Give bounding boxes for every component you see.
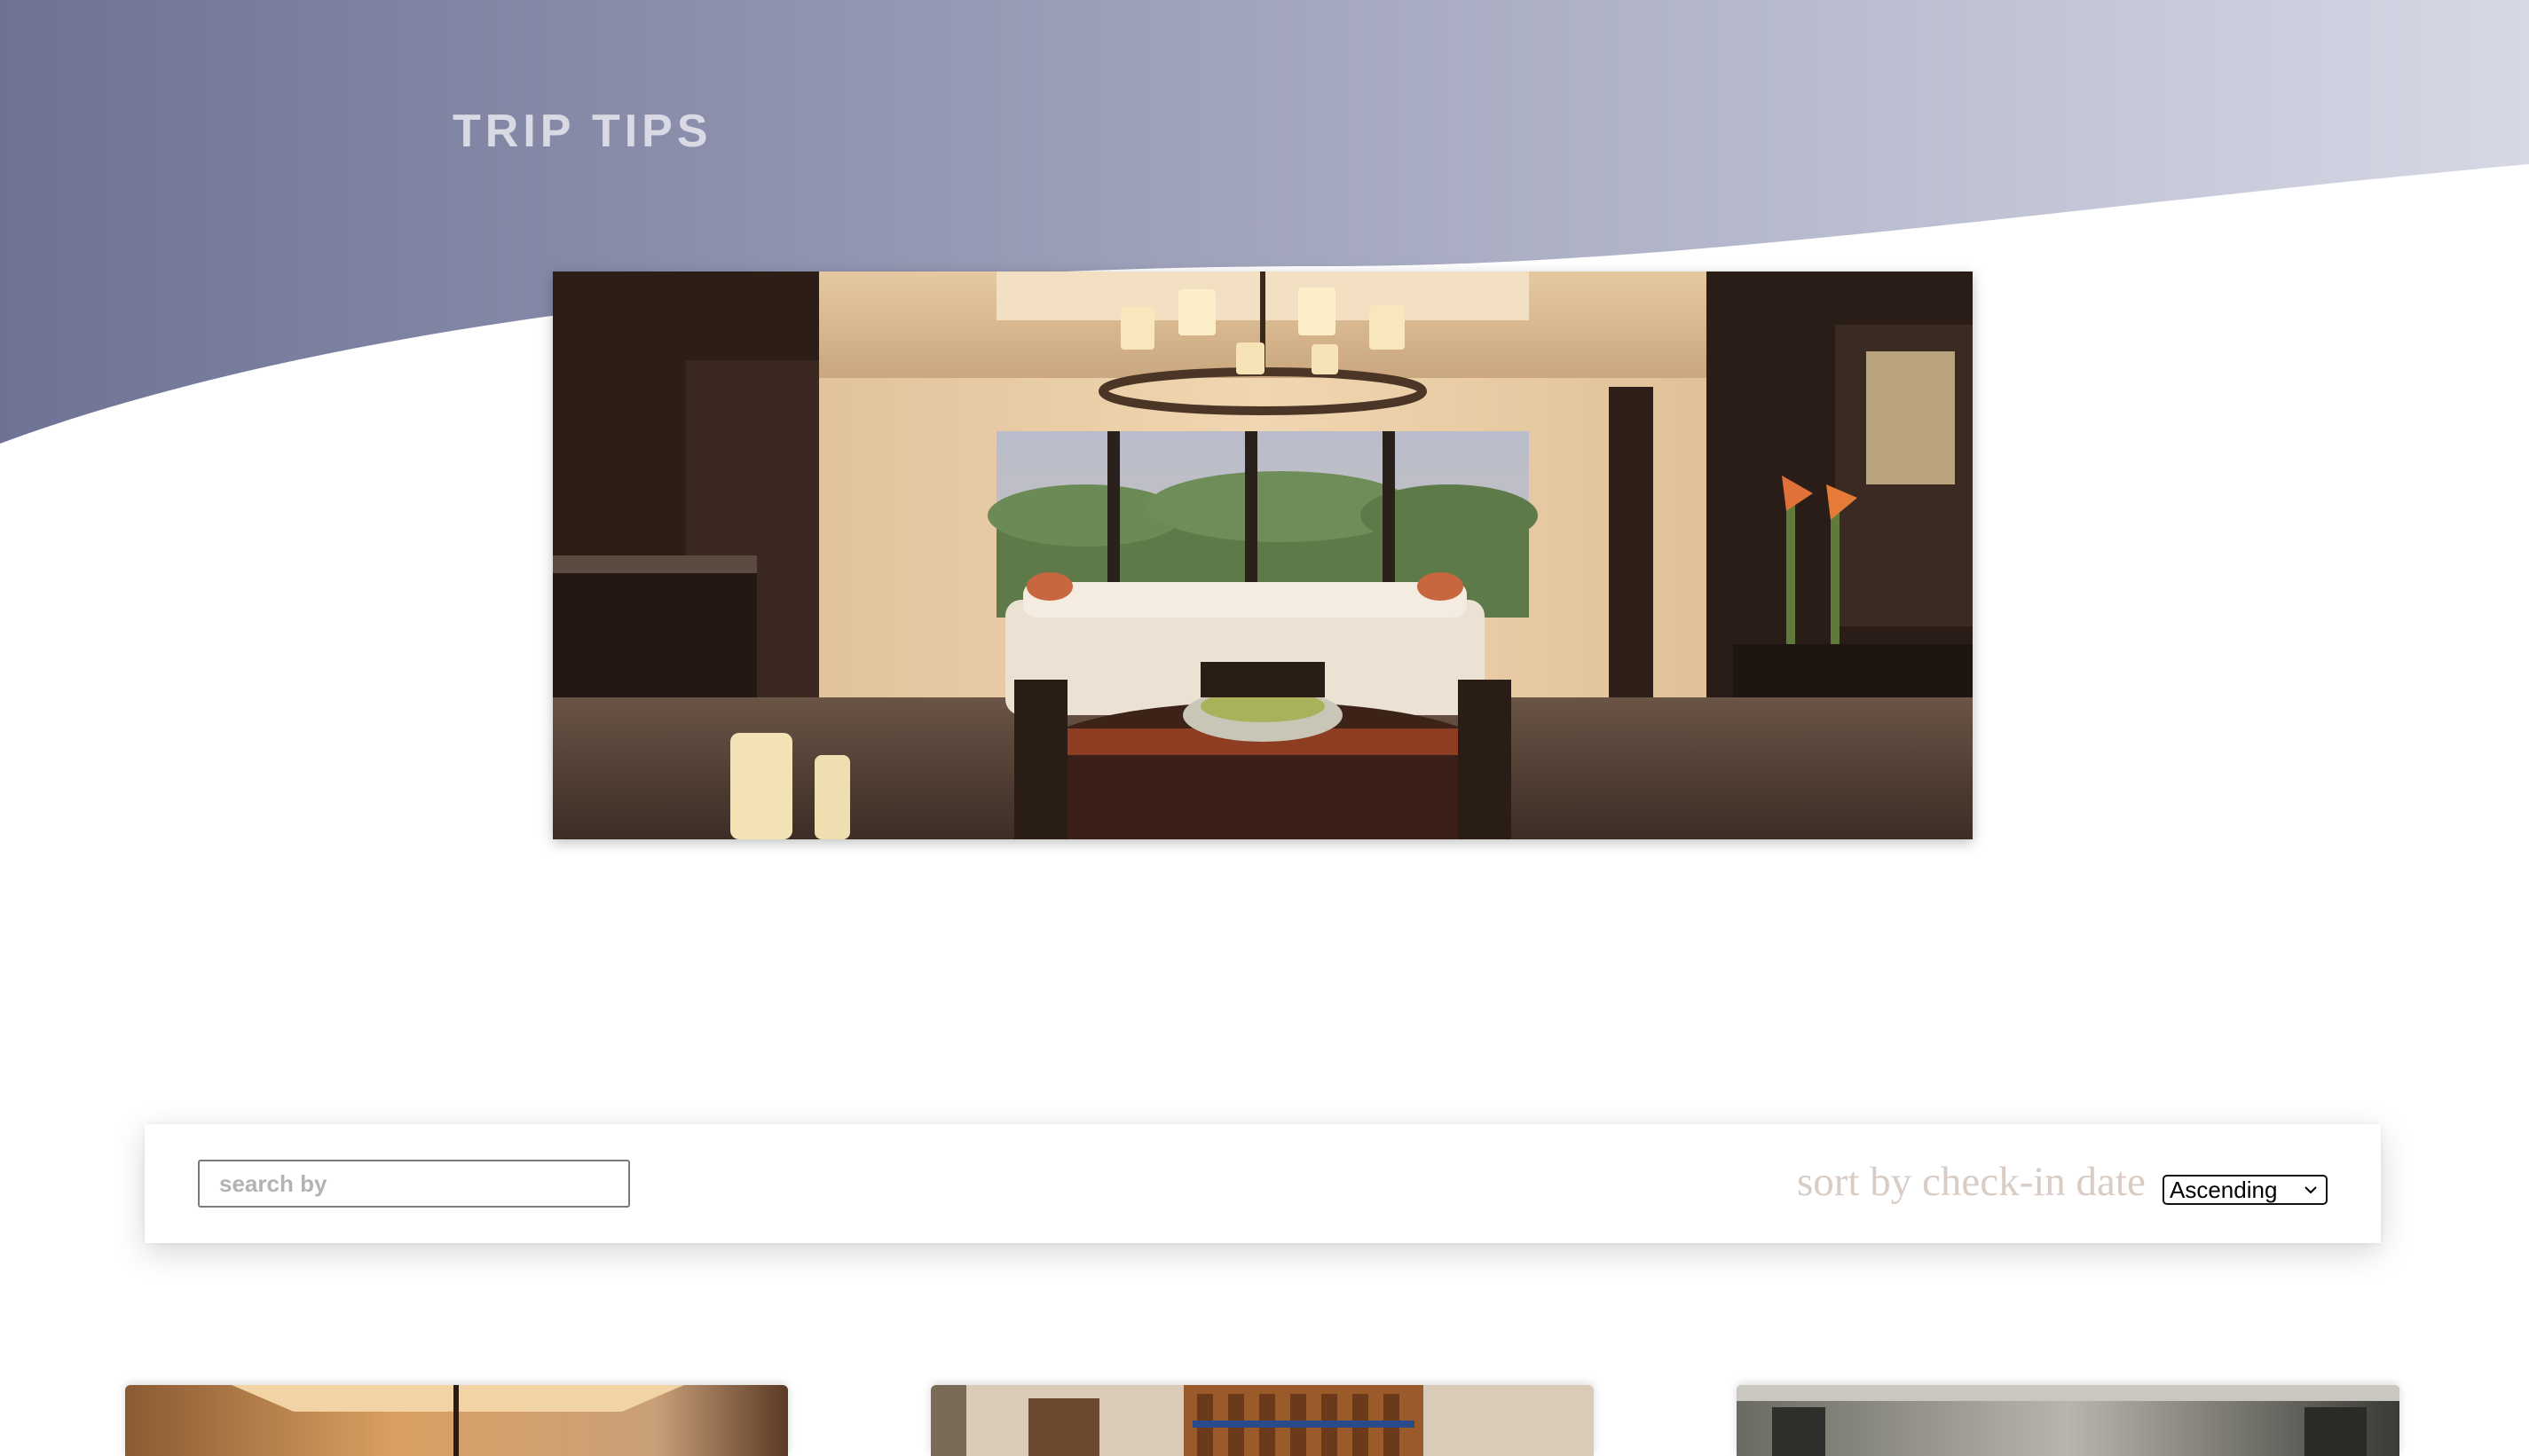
hero-image <box>553 272 1973 839</box>
hotel-card-image <box>125 1385 788 1456</box>
hotel-card-image <box>1737 1385 2399 1456</box>
filter-toolbar: sort by check-in date Ascending <box>145 1124 2381 1243</box>
hotel-card-2[interactable] <box>931 1385 1594 1456</box>
hotel-card-3[interactable] <box>1737 1385 2399 1456</box>
brand-title[interactable]: TRIP TIPS <box>453 105 713 158</box>
hotel-card-1[interactable] <box>125 1385 788 1456</box>
hotel-card-image <box>931 1385 1594 1456</box>
sort-order-select[interactable]: Ascending <box>2163 1175 2328 1205</box>
sort-label: sort by check-in date <box>1797 1159 2146 1205</box>
sort-order-value: Ascending <box>2170 1177 2278 1203</box>
search-input[interactable] <box>198 1160 630 1208</box>
chevron-down-icon <box>2304 1186 2317 1194</box>
